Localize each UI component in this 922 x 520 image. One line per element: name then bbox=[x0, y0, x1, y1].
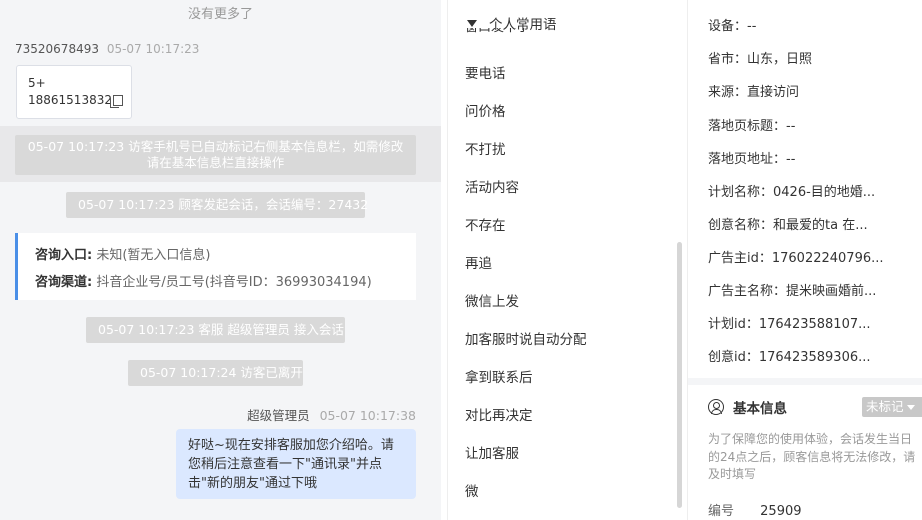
chat-panel: 没有更多了 73520678493 05-07 10:17:23 5+ 1886… bbox=[0, 0, 441, 520]
phrase-group-header[interactable]: 个人常用语 bbox=[467, 13, 557, 33]
customer-id-label: 编号 bbox=[708, 504, 735, 519]
channel-value: 抖音企业号/员工号(抖音号ID：36993034194) bbox=[96, 275, 372, 290]
phone-number: 18861513832 bbox=[28, 93, 112, 107]
info-advertiser-id: 广告主id：176022240796... bbox=[708, 251, 884, 266]
entry-label: 咨询入口: bbox=[35, 248, 93, 263]
phrase-item[interactable]: 不打扰 bbox=[465, 138, 506, 158]
phrase-item[interactable]: 让加客服 bbox=[465, 442, 519, 462]
phrase-item[interactable]: 问价格 bbox=[465, 100, 506, 120]
info-panel: 设备：-- 省市：山东，日照 来源：直接访问 落地页标题：-- 落地页地址：--… bbox=[687, 0, 922, 520]
visitor-message-meta: 73520678493 05-07 10:17:23 bbox=[15, 42, 199, 56]
phrase-item[interactable]: 加客服时说自动分配 bbox=[465, 328, 587, 348]
phrase-item[interactable]: 不存在 bbox=[465, 214, 506, 234]
tag-dropdown[interactable]: 未标记 bbox=[862, 397, 922, 417]
tag-dropdown-label: 未标记 bbox=[866, 399, 904, 414]
info-device: 设备：-- bbox=[708, 19, 757, 34]
basic-info-note: 为了保障您的使用体验，会话发生当日的24点之后，顾客信息将无法修改，请及时填写 bbox=[708, 432, 916, 481]
customer-id-row: 编号 25909 bbox=[708, 500, 802, 519]
customer-id-value: 25909 bbox=[760, 504, 802, 519]
visitor-message-time: 05-07 10:17:23 bbox=[106, 42, 200, 56]
phrase-item[interactable]: 微信上发 bbox=[465, 290, 519, 310]
user-icon bbox=[708, 399, 724, 415]
system-message-phone-marked: 05-07 10:17:23 访客手机号已自动标记右侧基本信息栏，如需修改请在基… bbox=[15, 135, 416, 175]
info-landing-title: 落地页标题：-- bbox=[708, 119, 796, 134]
phone-card-line1: 5+ bbox=[28, 76, 46, 90]
info-advertiser-name: 广告主名称：提米映画婚前... bbox=[708, 284, 877, 299]
section-divider bbox=[688, 378, 922, 385]
system-message-visitor-left: 05-07 10:17:24 访客已离开 bbox=[128, 360, 303, 386]
chevron-down-icon bbox=[906, 404, 915, 410]
visitor-name: 73520678493 bbox=[15, 42, 99, 56]
phrase-item[interactable]: 对比再决定 bbox=[465, 404, 533, 424]
entry-info-card: 咨询入口: 未知(暂无入口信息) 咨询渠道: 抖音企业号/员工号(抖音号ID：3… bbox=[15, 233, 416, 300]
info-source: 来源：直接访问 bbox=[708, 85, 800, 100]
info-plan-name: 计划名称：0426-目的地婚... bbox=[708, 185, 876, 200]
phrase-item[interactable]: 拿到联系后 bbox=[465, 366, 533, 386]
no-more-text: 没有更多了 bbox=[187, 7, 253, 22]
phrase-item[interactable]: 微 bbox=[465, 480, 479, 500]
channel-label: 咨询渠道: bbox=[35, 275, 93, 290]
agent-message-time: 05-07 10:17:38 bbox=[319, 408, 416, 423]
entry-value: 未知(暂无入口信息) bbox=[96, 248, 211, 263]
agent-message-bubble: 好哒~现在安排客服加您介绍哈。请您稍后注意查看一下"通讯录"并点击"新的朋友"通… bbox=[176, 429, 416, 499]
basic-info-header: 基本信息 bbox=[708, 397, 787, 417]
caret-down-icon bbox=[467, 19, 477, 27]
phone-card: 5+ 18861513832 bbox=[16, 65, 132, 119]
system-message-session-start: 05-07 10:17:23 顾客发起会话，会话编号：27432 bbox=[66, 192, 368, 218]
info-province: 省市：山东，日照 bbox=[708, 52, 813, 67]
phrase-item[interactable]: 要电话 bbox=[465, 62, 506, 82]
info-landing-url: 落地页地址：-- bbox=[708, 152, 796, 167]
info-creative-name: 创意名称：和最爱的ta 在... bbox=[708, 218, 868, 233]
phrase-group-title: 个人常用语 bbox=[489, 17, 557, 33]
phrase-scrollbar[interactable] bbox=[677, 242, 682, 508]
basic-info-title: 基本信息 bbox=[733, 401, 787, 417]
copy-icon[interactable] bbox=[109, 95, 123, 108]
phrase-item[interactable]: 活动内容 bbox=[465, 176, 519, 196]
info-creative-id: 创意id：176423589306... bbox=[708, 350, 871, 365]
phrase-item[interactable]: 再追 bbox=[465, 252, 492, 272]
system-message-agent-joined: 05-07 10:17:23 客服 超级管理员 接入会话 bbox=[86, 317, 345, 343]
phrase-panel: 窗口发不了 个人常用语 要电话 问价格 不打扰 活动内容 不存在 再追 微信上发… bbox=[447, 0, 686, 520]
info-plan-id: 计划id：176423588107... bbox=[708, 317, 871, 332]
agent-message-meta: 超级管理员 05-07 10:17:38 bbox=[247, 405, 416, 424]
agent-name: 超级管理员 bbox=[247, 408, 310, 423]
